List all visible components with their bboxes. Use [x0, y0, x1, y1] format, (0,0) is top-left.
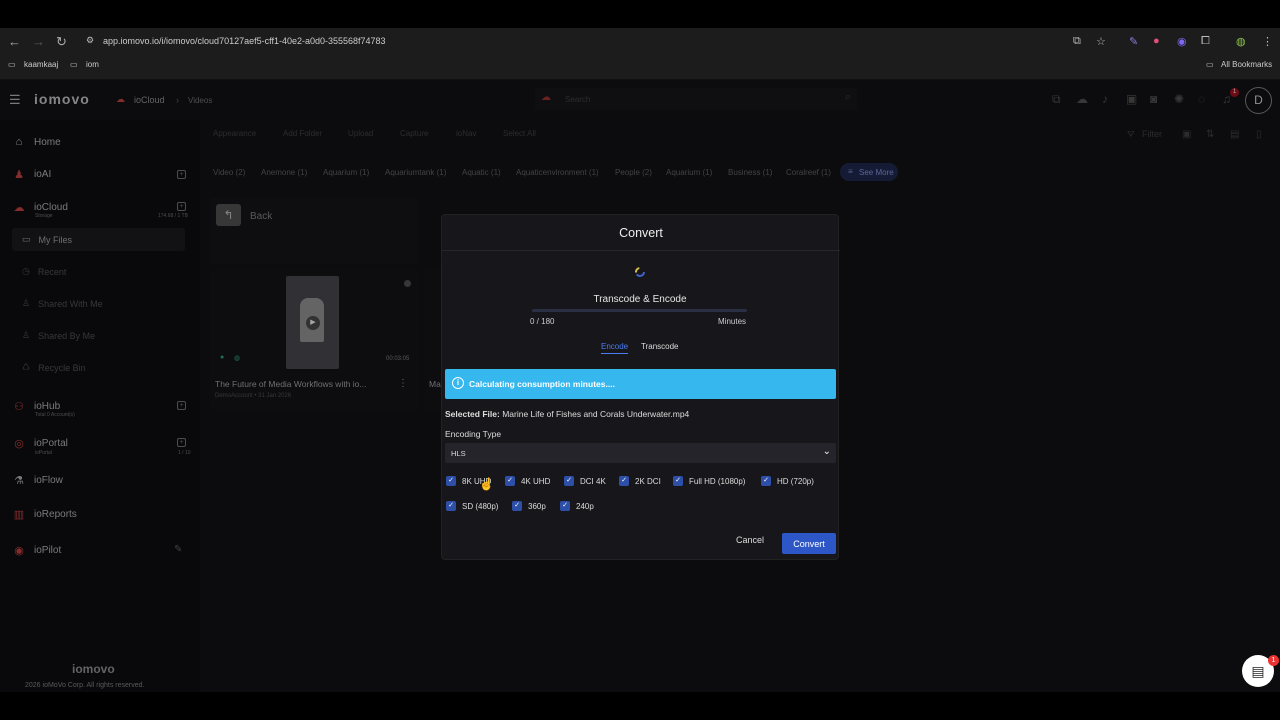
checkbox-label: HD (720p): [777, 476, 814, 486]
convert-modal: Convert Transcode & Encode 0 / 180 Minut…: [441, 214, 840, 560]
loading-spinner-icon: [635, 267, 645, 277]
bookmarks-bar: [0, 55, 1280, 80]
check-icon[interactable]: ✓: [512, 501, 522, 511]
check-icon[interactable]: ✓: [619, 476, 629, 486]
progress-unit: Minutes: [718, 317, 747, 326]
checkbox-label: 360p: [528, 501, 546, 511]
checkbox-240p[interactable]: ✓ 240p: [560, 501, 594, 511]
selected-file: Selected File: Marine Life of Fishes and…: [445, 409, 689, 419]
checkbox-4k-uhd[interactable]: ✓ 4K UHD: [505, 476, 550, 486]
cancel-button[interactable]: Cancel: [736, 535, 764, 545]
bookmark-kaamkaaj[interactable]: kaamkaaj: [24, 60, 58, 69]
transcode-status-title: Transcode & Encode: [593, 294, 687, 305]
check-icon[interactable]: ✓: [564, 476, 574, 486]
progress-bar: [532, 309, 747, 312]
checkbox-label: 2K DCI: [635, 476, 661, 486]
info-icon: i: [452, 377, 464, 389]
folder-icon: ▭: [1206, 60, 1214, 69]
forward-arrow-icon[interactable]: →: [32, 34, 45, 49]
all-bookmarks[interactable]: All Bookmarks: [1221, 60, 1272, 69]
tab-transcode[interactable]: Transcode: [641, 342, 679, 351]
profile-avatar-icon[interactable]: ◍: [1236, 35, 1246, 48]
checkbox-360p[interactable]: ✓ 360p: [512, 501, 546, 511]
mouse-cursor-icon: ☝: [479, 477, 494, 491]
extension-icon[interactable]: ◉: [1177, 35, 1187, 48]
folder-icon: ▭: [70, 60, 78, 69]
chat-icon: ▤: [1251, 662, 1265, 679]
encoding-type-value: HLS: [451, 449, 466, 458]
info-alert: i Calculating consumption minutes....: [445, 369, 836, 399]
bookmark-star-icon[interactable]: ☆: [1096, 35, 1106, 48]
bookmark-iom[interactable]: iom: [86, 60, 99, 69]
encoding-type-label: Encoding Type: [445, 429, 502, 439]
install-app-icon[interactable]: ⧉: [1073, 35, 1081, 48]
back-arrow-icon[interactable]: ←: [8, 34, 21, 49]
reload-icon[interactable]: ↻: [56, 34, 67, 50]
checkbox-sd[interactable]: ✓ SD (480p): [446, 501, 498, 511]
checkbox-label: 240p: [576, 501, 594, 511]
check-icon[interactable]: ✓: [446, 501, 456, 511]
checkbox-label: SD (480p): [462, 501, 499, 511]
check-icon[interactable]: ✓: [673, 476, 683, 486]
selected-file-name: Marine Life of Fishes and Corals Underwa…: [502, 409, 690, 419]
checkbox-label: DCI 4K: [580, 476, 606, 486]
browser-tab-strip: [0, 0, 1280, 28]
url-text[interactable]: app.iomovo.io/i/iomovo/cloud70127aef5-cf…: [103, 36, 386, 46]
folder-icon: ▭: [8, 60, 16, 69]
modal-title: Convert: [619, 226, 663, 240]
check-icon[interactable]: ✓: [446, 476, 456, 486]
checkbox-2k-dci[interactable]: ✓ 2K DCI: [619, 476, 661, 486]
extension-pen-icon[interactable]: ✎: [1129, 35, 1138, 48]
tab-encode[interactable]: Encode: [601, 342, 629, 354]
chevron-down-icon: ⌄: [822, 446, 831, 457]
chat-badge: 1: [1268, 655, 1279, 666]
extensions-puzzle-icon[interactable]: ⧠: [1201, 35, 1210, 48]
checkbox-label: 4K UHD: [521, 476, 551, 486]
check-icon[interactable]: ✓: [761, 476, 771, 486]
screen-bottom-bar: [0, 692, 1280, 720]
divider: [442, 250, 840, 251]
check-icon[interactable]: ✓: [505, 476, 515, 486]
info-message: Calculating consumption minutes....: [469, 379, 615, 389]
checkbox-hd[interactable]: ✓ HD (720p): [761, 476, 814, 486]
site-info-icon[interactable]: ⚙: [86, 35, 94, 46]
checkbox-full-hd[interactable]: ✓ Full HD (1080p): [673, 476, 745, 486]
checkbox-label: Full HD (1080p): [689, 476, 746, 486]
convert-button[interactable]: Convert: [782, 533, 836, 554]
checkbox-dci-4k[interactable]: ✓ DCI 4K: [564, 476, 606, 486]
encoding-type-select[interactable]: HLS ⌄: [445, 443, 836, 463]
check-icon[interactable]: ✓: [560, 501, 570, 511]
selected-file-label: Selected File:: [445, 409, 500, 419]
extension-icon[interactable]: ●: [1153, 35, 1160, 47]
progress-count: 0 / 180: [530, 317, 555, 326]
browser-menu-icon[interactable]: ⋮: [1262, 35, 1273, 48]
